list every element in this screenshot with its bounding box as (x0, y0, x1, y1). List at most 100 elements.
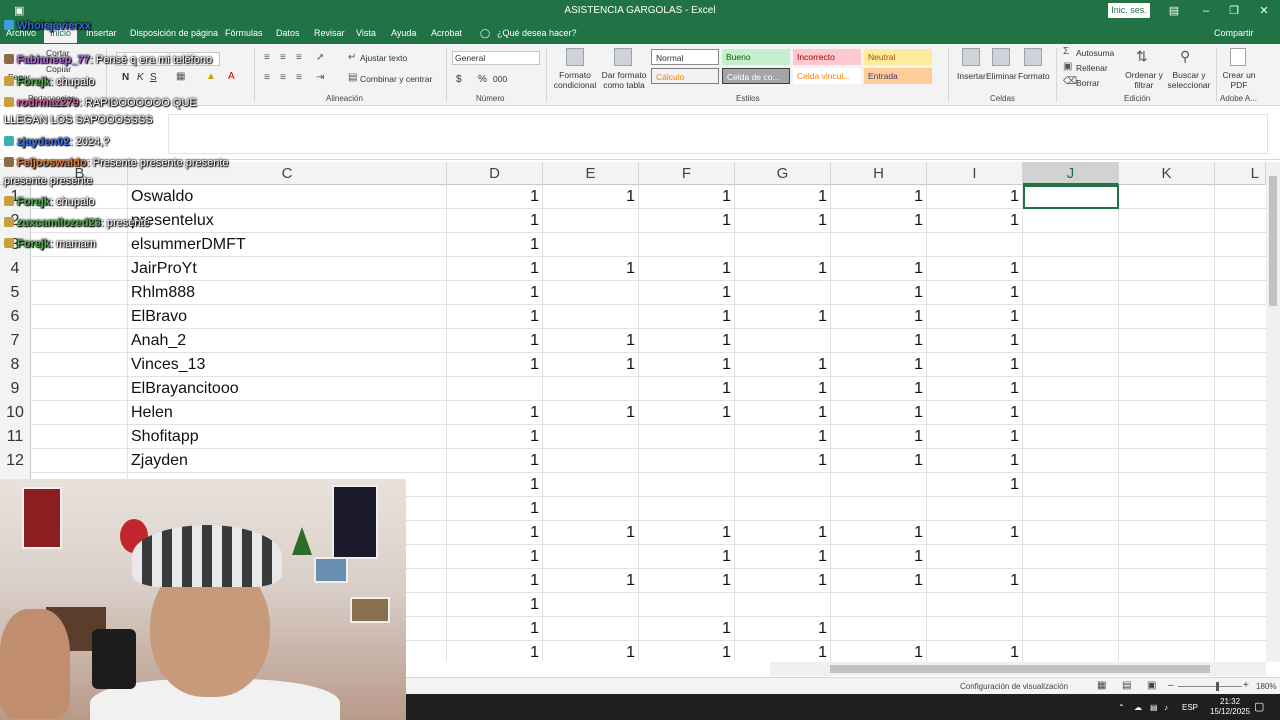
cell-g[interactable]: 1 (735, 401, 831, 425)
cell-j[interactable] (1023, 449, 1119, 473)
cell-e[interactable] (543, 281, 639, 305)
notification-icon[interactable]: ▢ (1254, 700, 1264, 713)
row-header[interactable]: 10 (0, 401, 31, 425)
cell-e[interactable]: 1 (543, 569, 639, 593)
cell-b[interactable] (32, 449, 128, 473)
cell-name[interactable]: Helen (128, 401, 447, 425)
cell-g[interactable] (735, 497, 831, 521)
cell-g[interactable]: 1 (735, 617, 831, 641)
tab-ayuda[interactable]: Ayuda (391, 28, 416, 38)
tab-vista[interactable]: Vista (356, 28, 376, 38)
cell-d[interactable]: 1 (447, 593, 543, 617)
cell-name[interactable]: ElBrayancitooo (128, 377, 447, 401)
cell-k[interactable] (1119, 473, 1215, 497)
normal-view-icon[interactable]: ▦ (1097, 680, 1106, 691)
wrap-text-button[interactable]: Ajustar texto (360, 53, 407, 63)
cell-e[interactable]: 1 (543, 521, 639, 545)
cell-i[interactable]: 1 (927, 185, 1023, 209)
cell-g[interactable]: 1 (735, 305, 831, 329)
cell-j[interactable] (1023, 425, 1119, 449)
cell-e[interactable]: 1 (543, 401, 639, 425)
cell-k[interactable] (1119, 545, 1215, 569)
vertical-scrollbar[interactable] (1266, 162, 1280, 662)
align-right-icon[interactable]: ≡ (296, 72, 302, 83)
cell-d[interactable]: 1 (447, 641, 543, 661)
cell-h[interactable]: 1 (831, 257, 927, 281)
cell-e[interactable] (543, 449, 639, 473)
minimize-icon[interactable]: – (1192, 2, 1220, 20)
style-calculo[interactable]: Cálculo (651, 68, 719, 84)
zoom-out-icon[interactable]: – (1168, 680, 1174, 691)
cell-k[interactable] (1119, 497, 1215, 521)
cell-f[interactable]: 1 (639, 569, 735, 593)
active-cell-j1[interactable] (1023, 185, 1119, 209)
cell-d[interactable]: 1 (447, 305, 543, 329)
column-header-d[interactable]: D (447, 162, 543, 185)
cell-f[interactable]: 1 (639, 617, 735, 641)
cell-i[interactable] (927, 497, 1023, 521)
vertical-scroll-thumb[interactable] (1269, 176, 1277, 306)
orientation-icon[interactable]: ➚ (316, 52, 324, 63)
cell-d[interactable]: 1 (447, 425, 543, 449)
cell-name[interactable]: Rhlm888 (128, 281, 447, 305)
cell-h[interactable]: 1 (831, 281, 927, 305)
cell-j[interactable] (1023, 497, 1119, 521)
conditional-format-button[interactable]: Formato condicional (550, 70, 600, 90)
cell-k[interactable] (1119, 257, 1215, 281)
cell-name[interactable]: Anah_2 (128, 329, 447, 353)
tell-me-search[interactable]: ¿Qué desea hacer? (497, 28, 577, 38)
cell-k[interactable] (1119, 617, 1215, 641)
cell-j[interactable] (1023, 305, 1119, 329)
cell-k[interactable] (1119, 449, 1215, 473)
cell-k[interactable] (1119, 521, 1215, 545)
cell-f[interactable]: 1 (639, 329, 735, 353)
cell-e[interactable] (543, 377, 639, 401)
cell-e[interactable] (543, 209, 639, 233)
cell-i[interactable]: 1 (927, 209, 1023, 233)
column-header-h[interactable]: H (831, 162, 927, 185)
cell-g[interactable]: 1 (735, 353, 831, 377)
cell-j[interactable] (1023, 569, 1119, 593)
column-header-f[interactable]: F (639, 162, 735, 185)
cell-h[interactable] (831, 593, 927, 617)
cell-g[interactable]: 1 (735, 377, 831, 401)
row-header[interactable]: 9 (0, 377, 31, 401)
thousands-button[interactable]: 000 (493, 74, 507, 84)
cell-i[interactable]: 1 (927, 641, 1023, 661)
cell-g[interactable] (735, 233, 831, 257)
cell-k[interactable] (1119, 401, 1215, 425)
cell-e[interactable]: 1 (543, 257, 639, 281)
close-icon[interactable]: ✕ (1250, 2, 1278, 20)
cell-f[interactable]: 1 (639, 305, 735, 329)
cell-j[interactable] (1023, 593, 1119, 617)
cell-e[interactable] (543, 617, 639, 641)
cell-d[interactable]: 1 (447, 617, 543, 641)
cell-d[interactable]: 1 (447, 353, 543, 377)
cell-j[interactable] (1023, 641, 1119, 661)
cell-h[interactable] (831, 617, 927, 641)
row-header[interactable]: 12 (0, 449, 31, 473)
cell-d[interactable]: 1 (447, 209, 543, 233)
style-incorrecto[interactable]: Incorrecto (793, 49, 861, 65)
tab-datos[interactable]: Datos (276, 28, 300, 38)
cell-j[interactable] (1023, 401, 1119, 425)
cell-h[interactable]: 1 (831, 545, 927, 569)
row-header[interactable]: 7 (0, 329, 31, 353)
cell-e[interactable] (543, 593, 639, 617)
cell-e[interactable] (543, 233, 639, 257)
cell-g[interactable] (735, 329, 831, 353)
cell-d[interactable] (447, 377, 543, 401)
page-break-icon[interactable]: ▣ (1147, 680, 1156, 691)
cell-f[interactable] (639, 233, 735, 257)
row-header[interactable]: 4 (0, 257, 31, 281)
cell-b[interactable] (32, 257, 128, 281)
insert-cells-button[interactable]: Insertar (957, 71, 986, 81)
cell-name[interactable]: Zjayden (128, 449, 447, 473)
style-entrada[interactable]: Entrada (864, 68, 932, 84)
cell-i[interactable] (927, 545, 1023, 569)
tab-acrobat[interactable]: Acrobat (431, 28, 462, 38)
cell-b[interactable] (32, 401, 128, 425)
row-header[interactable]: 8 (0, 353, 31, 377)
delete-cells-button[interactable]: Eliminar (986, 71, 1017, 81)
create-pdf-button[interactable]: Crear un PDF (1222, 70, 1256, 90)
